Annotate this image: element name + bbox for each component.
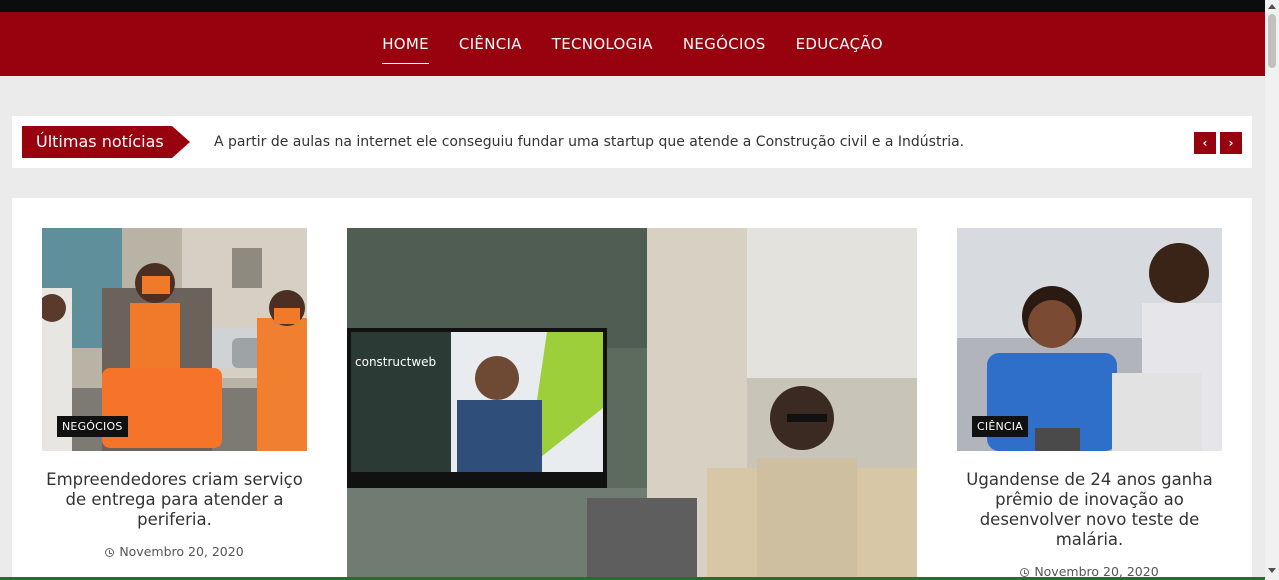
nav-item-home[interactable]: HOME [382,31,429,64]
category-badge-negocios[interactable]: NEGÓCIOS [57,416,128,437]
news-card-image-startup[interactable]: constructweb [347,228,917,580]
news-card-image-delivery[interactable]: NEGÓCIOS [42,228,307,451]
ticker-prev-button[interactable]: ‹ [1194,132,1216,154]
vertical-scrollbar[interactable] [1265,0,1279,580]
chevron-right-icon: › [1228,136,1234,150]
nav-item-ciencia[interactable]: CIÊNCIA [459,31,522,57]
date-text: Novembro 20, 2020 [119,544,244,559]
featured-news-section: NEGÓCIOS Empreendedores criam serviço de… [12,198,1252,580]
ticker-next-button[interactable]: › [1220,132,1242,154]
ticker-headline[interactable]: A partir de aulas na internet ele conseg… [214,116,964,168]
clock-icon [105,548,115,557]
scrollbar-thumb[interactable] [1268,14,1276,68]
scroll-up-arrow-icon[interactable] [1268,4,1276,9]
main-navigation: HOME CIÊNCIA TECNOLOGIA NEGÓCIOS EDUCAÇÃ… [0,12,1265,76]
top-bar [0,0,1265,12]
news-card-title-delivery[interactable]: Empreendedores criam serviço de entrega … [42,470,307,530]
ticker-label: Últimas notícias [22,126,190,158]
nav-item-educacao[interactable]: EDUCAÇÃO [796,31,883,57]
news-ticker: Últimas notícias A partir de aulas na in… [12,116,1252,168]
nav-item-negocios[interactable]: NEGÓCIOS [683,31,766,57]
scroll-down-arrow-icon[interactable] [1268,568,1276,573]
clock-icon [1020,568,1030,577]
news-card-date-delivery: Novembro 20, 2020 [42,544,307,559]
news-card-image-malaria[interactable]: CIÊNCIA [957,228,1222,451]
startup-office-photo: constructweb [347,228,917,580]
chevron-left-icon: ‹ [1202,136,1208,150]
screen-brand-text: constructweb [355,355,436,369]
nav-item-tecnologia[interactable]: TECNOLOGIA [552,31,653,57]
category-badge-ciencia[interactable]: CIÊNCIA [972,416,1028,437]
news-card-title-malaria[interactable]: Ugandense de 24 anos ganha prêmio de ino… [957,470,1222,550]
